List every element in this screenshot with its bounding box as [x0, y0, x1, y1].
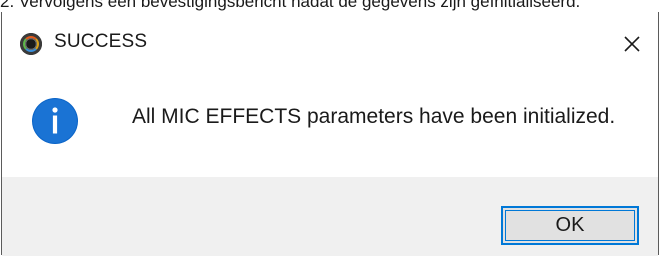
dialog-title: SUCCESS	[54, 31, 148, 52]
dialog-footer: OK	[2, 177, 658, 256]
dialog-content: All MIC EFFECTS parameters have been ini…	[2, 68, 658, 177]
success-dialog: SUCCESS All MIC EFFECTS parameters have …	[1, 12, 659, 256]
close-button[interactable]	[614, 26, 650, 62]
dialog-titlebar[interactable]: SUCCESS	[2, 12, 658, 68]
ok-button[interactable]: OK	[501, 206, 639, 245]
background-document-text: 2. Vervolgens een bevestigingsbericht na…	[0, 0, 581, 11]
close-icon	[624, 36, 640, 52]
info-icon	[32, 98, 78, 144]
app-icon	[20, 33, 42, 55]
ok-button-label: OK	[555, 214, 585, 236]
dialog-message: All MIC EFFECTS parameters have been ini…	[132, 105, 616, 128]
